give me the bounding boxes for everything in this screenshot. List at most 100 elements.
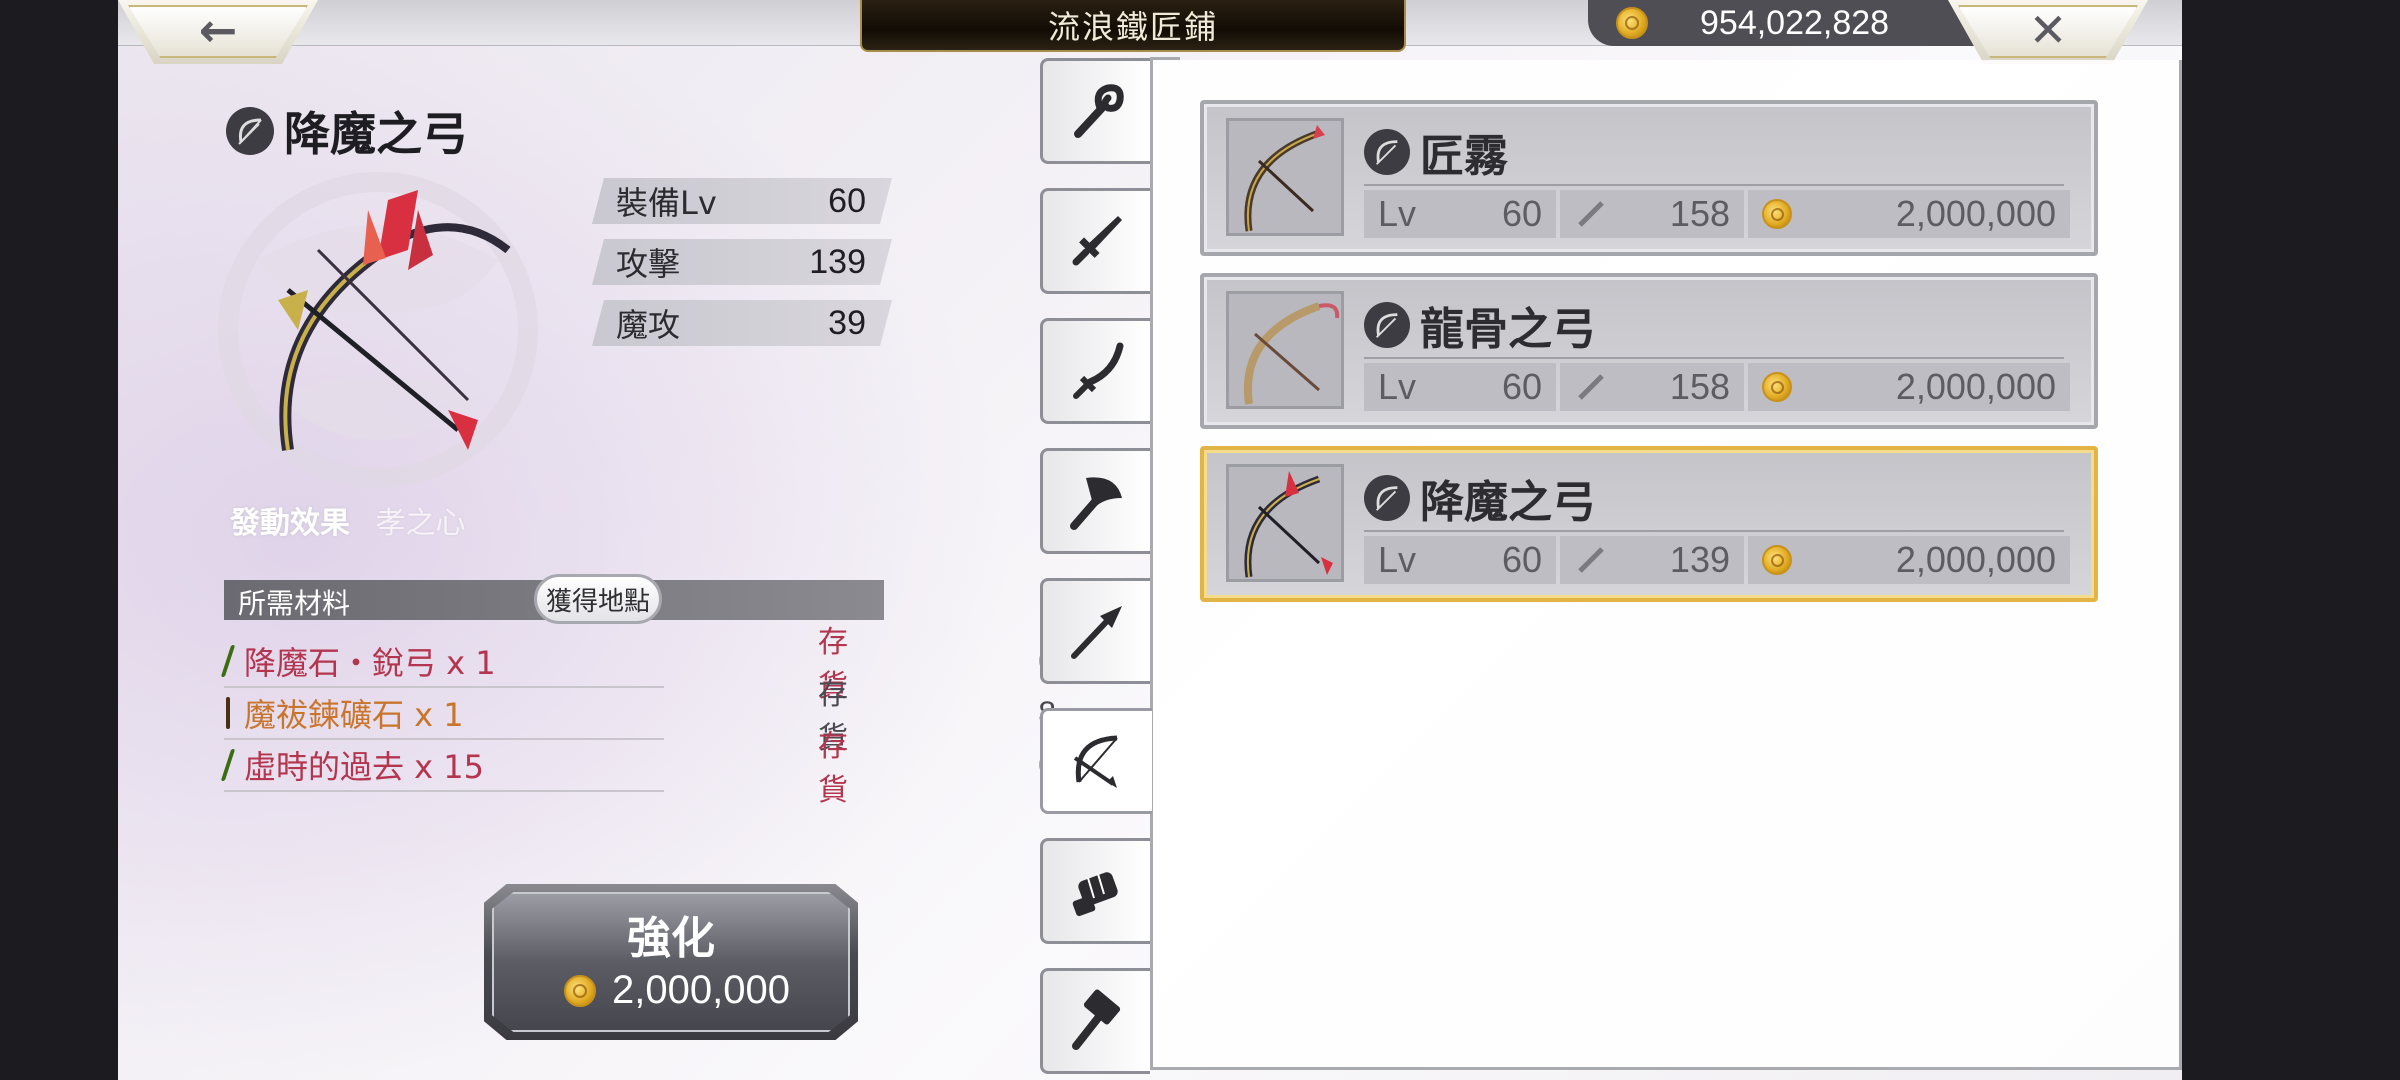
tab-hammer[interactable] bbox=[1040, 968, 1150, 1074]
weapon-stats: 裝備Lv 60 攻擊 139 魔攻 39 bbox=[592, 178, 892, 361]
level-value: 60 bbox=[1501, 539, 1542, 580]
tab-axe[interactable] bbox=[1040, 448, 1150, 554]
stat-attack: 攻擊 139 bbox=[592, 239, 892, 285]
tab-bow[interactable] bbox=[1040, 708, 1152, 814]
material-name: 虛時的過去 x 15 bbox=[244, 748, 485, 786]
gold-coin-icon bbox=[1762, 199, 1792, 229]
gold-coin-icon bbox=[1762, 372, 1792, 402]
level-label: Lv bbox=[1378, 366, 1417, 407]
close-icon: ✕ bbox=[2028, 3, 2068, 57]
material-name: 魔祓鍊礦石 x 1 bbox=[244, 696, 464, 734]
stat-equip-level: 裝備Lv 60 bbox=[592, 178, 892, 224]
weapon-thumbnail bbox=[1226, 464, 1344, 582]
price-pill: 2,000,000 bbox=[1748, 190, 2070, 238]
effect-label: 發動效果 bbox=[230, 506, 350, 541]
level-label: Lv bbox=[1378, 539, 1417, 580]
attack-pill: 158 bbox=[1560, 363, 1744, 411]
enhance-button[interactable]: 強化 2,000,000 bbox=[484, 884, 858, 1040]
weapon-name: 龍骨之弓 bbox=[1420, 304, 1596, 355]
stat-value: 39 bbox=[828, 303, 866, 342]
level-pill: Lv 60 bbox=[1364, 536, 1556, 584]
price-value: 2,000,000 bbox=[1895, 539, 2056, 580]
weapon-title: 降魔之弓 bbox=[226, 98, 468, 164]
hammer-icon bbox=[1071, 989, 1120, 1050]
level-label: Lv bbox=[1378, 193, 1417, 234]
shop-title-plate: 流浪鐵匠鋪 bbox=[860, 0, 1406, 52]
level-value: 60 bbox=[1501, 366, 1542, 407]
stat-value: 60 bbox=[828, 181, 866, 220]
gold-coin-icon bbox=[564, 974, 596, 1007]
materials-header-label: 所需材料 bbox=[238, 587, 351, 620]
tab-staff[interactable] bbox=[1040, 58, 1150, 164]
axe-icon bbox=[1069, 477, 1122, 530]
weapon-list-item[interactable]: 龍骨之弓 Lv 60 158 2,000,000 bbox=[1200, 273, 2098, 429]
tab-sword[interactable] bbox=[1040, 188, 1150, 294]
back-arrow-icon: ← bbox=[198, 3, 238, 57]
material-name: 降魔石・銳弓 x 1 bbox=[244, 644, 496, 682]
price-pill: 2,000,000 bbox=[1748, 536, 2070, 584]
weapon-thumbnail bbox=[1226, 118, 1344, 236]
level-pill: Lv 60 bbox=[1364, 363, 1556, 411]
stat-label: 裝備Lv bbox=[616, 184, 717, 222]
bow-icon bbox=[1364, 475, 1410, 521]
attack-value: 139 bbox=[1669, 539, 1730, 580]
sword-icon bbox=[1578, 547, 1604, 573]
spear-icon bbox=[1070, 606, 1122, 659]
stat-label: 魔攻 bbox=[616, 306, 681, 344]
ore-icon bbox=[226, 697, 230, 729]
divider bbox=[1364, 530, 2064, 532]
attack-value: 158 bbox=[1669, 366, 1730, 407]
stock-label: 存貨 bbox=[818, 729, 848, 808]
tab-katana[interactable] bbox=[1040, 318, 1150, 424]
right-letterbox bbox=[2182, 0, 2400, 1080]
weapon-name: 匠霧 bbox=[1420, 131, 1508, 182]
weapon-emblem-image bbox=[218, 172, 538, 488]
list-item: 魔祓鍊礦石 x 1 存貨 8 bbox=[224, 677, 1056, 756]
stat-magic-attack: 魔攻 39 bbox=[592, 300, 892, 346]
acquire-location-button[interactable]: 獲得地點 bbox=[534, 574, 662, 624]
sword-icon bbox=[1578, 201, 1604, 227]
level-value: 60 bbox=[1501, 193, 1542, 234]
divider bbox=[1364, 184, 2064, 186]
effect-value: 孝之心 bbox=[375, 506, 466, 541]
stat-value: 139 bbox=[809, 242, 866, 281]
weapon-name-row: 降魔之弓 bbox=[1364, 466, 1596, 530]
level-pill: Lv 60 bbox=[1364, 190, 1556, 238]
sword-icon bbox=[1578, 374, 1604, 400]
staff-icon bbox=[1073, 84, 1124, 138]
tab-gauntlet[interactable] bbox=[1040, 838, 1150, 944]
attack-value: 158 bbox=[1669, 193, 1730, 234]
enhance-cost-value: 2,000,000 bbox=[612, 968, 790, 1012]
price-value: 2,000,000 bbox=[1895, 366, 2056, 407]
tab-spear[interactable] bbox=[1040, 578, 1150, 684]
enhance-cost: 2,000,000 bbox=[548, 968, 790, 1013]
sword-icon bbox=[1072, 216, 1122, 266]
weapon-list-item-selected[interactable]: 降魔之弓 Lv 60 139 2,000,000 bbox=[1200, 446, 2098, 602]
katana-icon bbox=[1072, 342, 1123, 399]
stat-label: 攻擊 bbox=[616, 245, 681, 283]
attack-pill: 158 bbox=[1560, 190, 1744, 238]
activation-effect: 發動效果 孝之心 bbox=[230, 498, 466, 542]
gauntlet-icon bbox=[1072, 872, 1118, 917]
weapon-name: 降魔之弓 bbox=[284, 107, 468, 161]
gold-coin-icon bbox=[1762, 545, 1792, 575]
weapon-name-row: 匠霧 bbox=[1364, 120, 1508, 184]
gold-coin-icon bbox=[1616, 7, 1648, 39]
divider bbox=[1364, 357, 2064, 359]
left-letterbox bbox=[0, 0, 118, 1080]
list-item: 虛時的過去 x 15 存貨 0 bbox=[220, 729, 1056, 808]
gold-amount: 954,022,828 bbox=[1700, 3, 1890, 42]
enhance-label: 強化 bbox=[627, 913, 715, 964]
bow-icon bbox=[1364, 129, 1410, 175]
weapon-name-row: 龍骨之弓 bbox=[1364, 293, 1596, 357]
weapon-thumbnail bbox=[1226, 291, 1344, 409]
bow-icon bbox=[1073, 735, 1118, 788]
attack-pill: 139 bbox=[1560, 536, 1744, 584]
weapon-list-item[interactable]: 匠霧 Lv 60 158 2,000,000 bbox=[1200, 100, 2098, 256]
list-item: 降魔石・銳弓 x 1 存貨 0 bbox=[220, 625, 1056, 704]
bow-icon bbox=[1364, 302, 1410, 348]
weapon-name: 降魔之弓 bbox=[1420, 477, 1596, 528]
gold-counter: 954,022,828 bbox=[1588, 0, 2008, 46]
materials-list: 降魔石・銳弓 x 1 存貨 0 魔祓鍊礦石 x 1 存貨 8 虛時的過去 x 1… bbox=[220, 625, 1056, 808]
price-pill: 2,000,000 bbox=[1748, 363, 2070, 411]
